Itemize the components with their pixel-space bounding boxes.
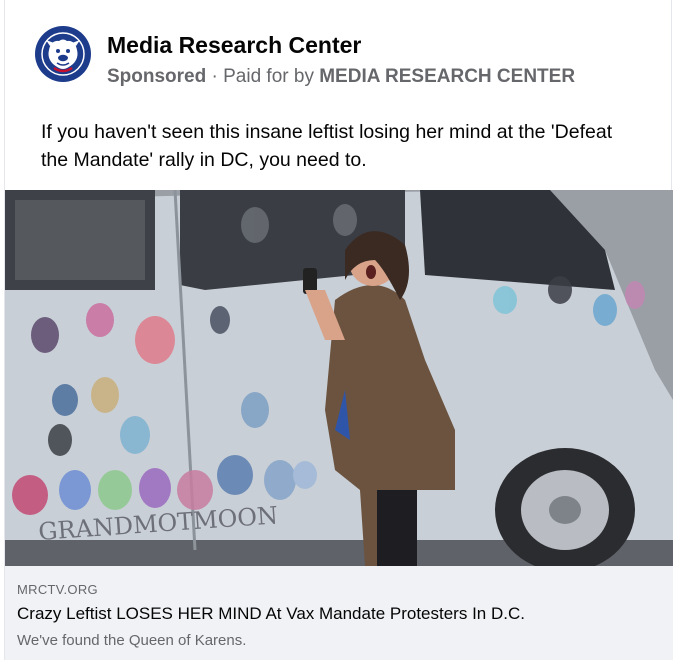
post-text: If you haven't seen this insane leftist … [41,121,613,171]
post-meta: Sponsored · Paid for by MEDIA RESEARCH C… [107,66,575,88]
meta-separator: · [211,66,218,87]
bulldog-logo-icon [38,29,88,79]
paid-for-entity[interactable]: MEDIA RESEARCH CENTER [319,66,575,87]
page-name[interactable]: Media Research Center [107,32,361,59]
link-headline[interactable]: Crazy Leftist LOSES HER MIND At Vax Mand… [17,604,525,624]
paid-for-prefix: Paid for by [223,66,314,87]
link-preview[interactable]: MRCTV.ORG Crazy Leftist LOSES HER MIND A… [5,566,673,660]
sponsored-post-card: Media Research Center Sponsored · Paid f… [4,0,673,660]
link-domain: MRCTV.ORG [17,582,98,597]
page-avatar[interactable] [35,26,91,82]
link-description: We've found the Queen of Karens. [17,632,247,649]
post-media-image[interactable]: GRANDMOTMOON [5,190,673,566]
sponsored-label[interactable]: Sponsored [107,66,206,87]
media-photo: GRANDMOTMOON [5,190,673,566]
